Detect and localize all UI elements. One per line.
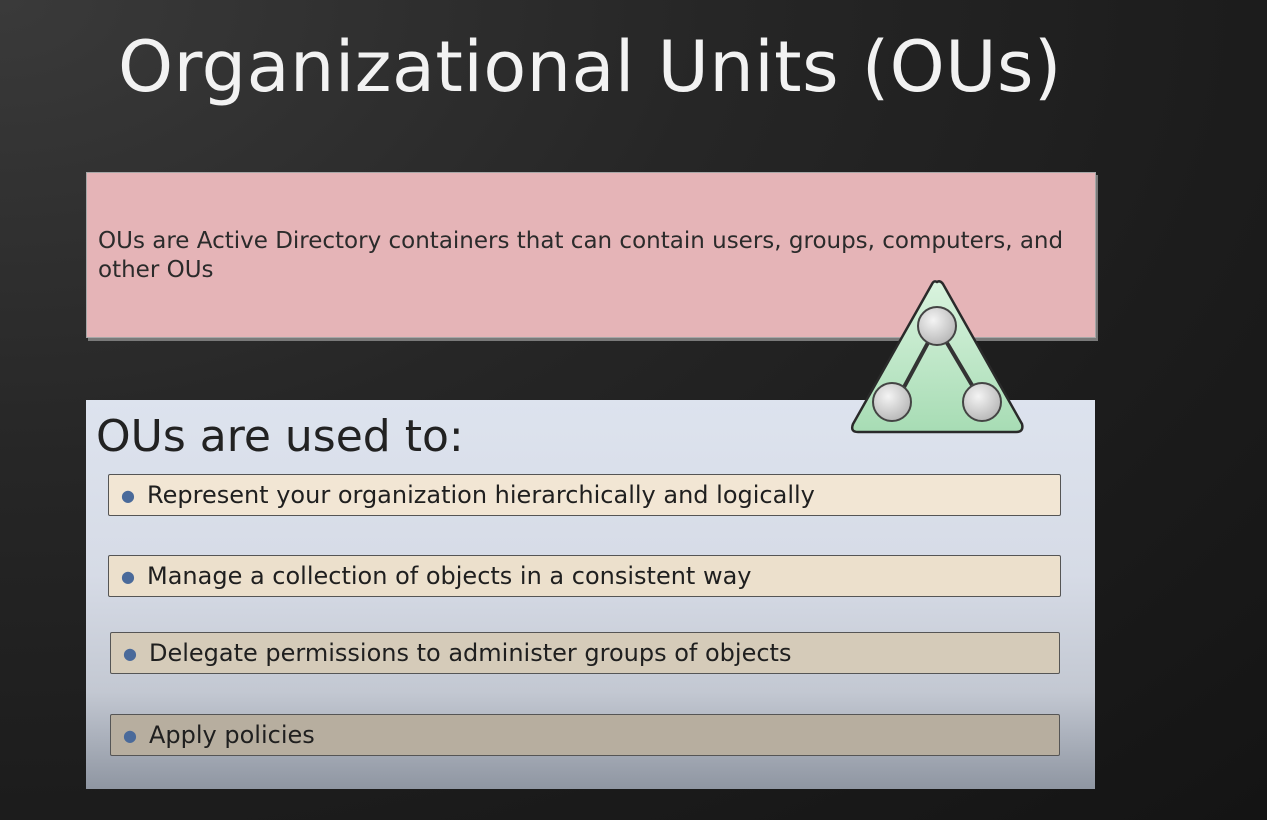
bullet-icon: ● bbox=[123, 643, 137, 663]
slide-title: Organizational Units (OUs) bbox=[118, 26, 1062, 108]
use-item-label: Manage a collection of objects in a cons… bbox=[147, 562, 752, 590]
use-item: ● Delegate permissions to administer gro… bbox=[110, 632, 1060, 674]
use-item-label: Delegate permissions to administer group… bbox=[149, 639, 792, 667]
bullet-icon: ● bbox=[123, 725, 137, 745]
uses-panel: OUs are used to: ● Represent your organi… bbox=[86, 400, 1095, 789]
ou-hierarchy-triangle-icon bbox=[850, 280, 1024, 434]
bullet-icon: ● bbox=[121, 566, 135, 586]
use-item-label: Represent your organization hierarchical… bbox=[147, 481, 815, 509]
uses-heading: OUs are used to: bbox=[96, 411, 464, 462]
use-item: ● Manage a collection of objects in a co… bbox=[108, 555, 1061, 597]
definition-text: OUs are Active Directory containers that… bbox=[98, 228, 1064, 283]
use-item-label: Apply policies bbox=[149, 721, 315, 749]
use-item: ● Apply policies bbox=[110, 714, 1060, 756]
use-item: ● Represent your organization hierarchic… bbox=[108, 474, 1061, 516]
bullet-icon: ● bbox=[121, 485, 135, 505]
